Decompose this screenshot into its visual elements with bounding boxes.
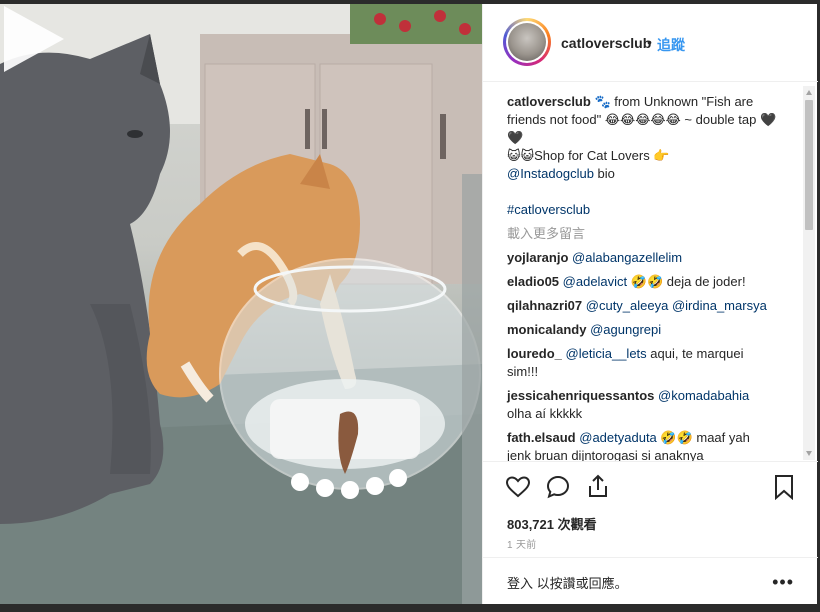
comment-username[interactable]: qilahnazri07	[507, 298, 582, 313]
comment-item: qilahnazri07 @cuty_aleeya @irdina_marsya	[507, 297, 777, 315]
comment-username[interactable]: monicalandy	[507, 322, 586, 337]
bookmark-icon[interactable]	[771, 474, 797, 500]
comments-scrollbar[interactable]	[803, 86, 815, 460]
comment-item: yojlaranjo @alabangazellelim	[507, 249, 777, 267]
comment-mention[interactable]: @cuty_aleeya @irdina_marsya	[586, 298, 767, 313]
comment-mention[interactable]: @adelavict	[563, 274, 628, 289]
comment-mention[interactable]: @leticia__lets	[566, 346, 647, 361]
instagram-post-modal: catloversclub • 追蹤 catloversclub 🐾 from …	[0, 0, 820, 612]
scrollbar-thumb[interactable]	[805, 100, 813, 230]
comment-username[interactable]: louredo_	[507, 346, 562, 361]
comment-item: louredo_ @leticia__lets aqui, te marquei…	[507, 345, 777, 381]
caption-mention[interactable]: @Instadogclub	[507, 166, 594, 181]
view-count[interactable]: 803,721 次觀看	[507, 514, 597, 533]
comments-list[interactable]: catloversclub 🐾 from Unknown "Fish are f…	[483, 83, 803, 461]
caption-username[interactable]: catloversclub	[507, 94, 591, 109]
more-options-icon[interactable]: •••	[772, 572, 794, 593]
caption-bio-line: @Instadogclub bio	[507, 166, 615, 181]
play-icon[interactable]	[0, 4, 66, 74]
share-icon[interactable]	[585, 473, 611, 499]
comment-username[interactable]: yojlaranjo	[507, 250, 568, 265]
load-more-comments[interactable]: 載入更多留言	[507, 225, 803, 243]
caption-hashtag[interactable]: #catloversclub	[507, 201, 777, 219]
login-prompt: 登入 以按讚或回應。	[507, 573, 628, 592]
comment-username[interactable]: jessicahenriquessantos	[507, 388, 654, 403]
avatar-image	[506, 21, 548, 63]
comment-item: jessicahenriquessantos @komadabahia olha…	[507, 387, 777, 423]
comment-item: monicalandy @agungrepi	[507, 321, 777, 339]
comment-text: 🤣🤣 deja de joder!	[627, 274, 746, 289]
comment-item: fath.elsaud @adetyaduta 🤣🤣 maaf yah jenk…	[507, 429, 777, 461]
post-caption: catloversclub 🐾 from Unknown "Fish are f…	[507, 93, 777, 219]
comment-username[interactable]: eladio05	[507, 274, 559, 289]
post-actions: 803,721 次觀看 1 天前 登入 以按讚或回應。 •••	[483, 461, 818, 604]
follow-button[interactable]: 追蹤	[657, 35, 685, 55]
comment-mention[interactable]: @alabangazellelim	[572, 250, 682, 265]
post-side-panel: catloversclub • 追蹤 catloversclub 🐾 from …	[482, 4, 818, 604]
comment-icon[interactable]	[545, 474, 571, 500]
post-video[interactable]	[0, 4, 482, 604]
comment-mention[interactable]: @komadabahia	[658, 388, 749, 403]
caption-shop-line: 😺😺Shop for Cat Lovers 👉	[507, 148, 670, 163]
heart-icon[interactable]	[505, 474, 531, 500]
username-link[interactable]: catloversclub	[561, 35, 651, 51]
comment-text: olha aí kkkkk	[507, 406, 583, 421]
login-link[interactable]: 登入 以按讚或回應。	[507, 576, 628, 591]
comment-username[interactable]: fath.elsaud	[507, 430, 576, 445]
post-header: catloversclub • 追蹤	[483, 4, 818, 82]
post-timestamp[interactable]: 1 天前	[507, 536, 537, 551]
video-frame-illustration	[0, 4, 482, 604]
comment-mention[interactable]: @adetyaduta	[579, 430, 657, 445]
scroll-up-arrow-icon[interactable]	[806, 90, 812, 95]
avatar[interactable]	[503, 18, 551, 66]
scroll-down-arrow-icon[interactable]	[806, 451, 812, 456]
separator-dot: •	[647, 34, 652, 50]
comment-mention[interactable]: @agungrepi	[590, 322, 661, 337]
login-prompt-row: 登入 以按讚或回應。 •••	[483, 557, 818, 605]
comment-item: eladio05 @adelavict 🤣🤣 deja de joder!	[507, 273, 777, 291]
